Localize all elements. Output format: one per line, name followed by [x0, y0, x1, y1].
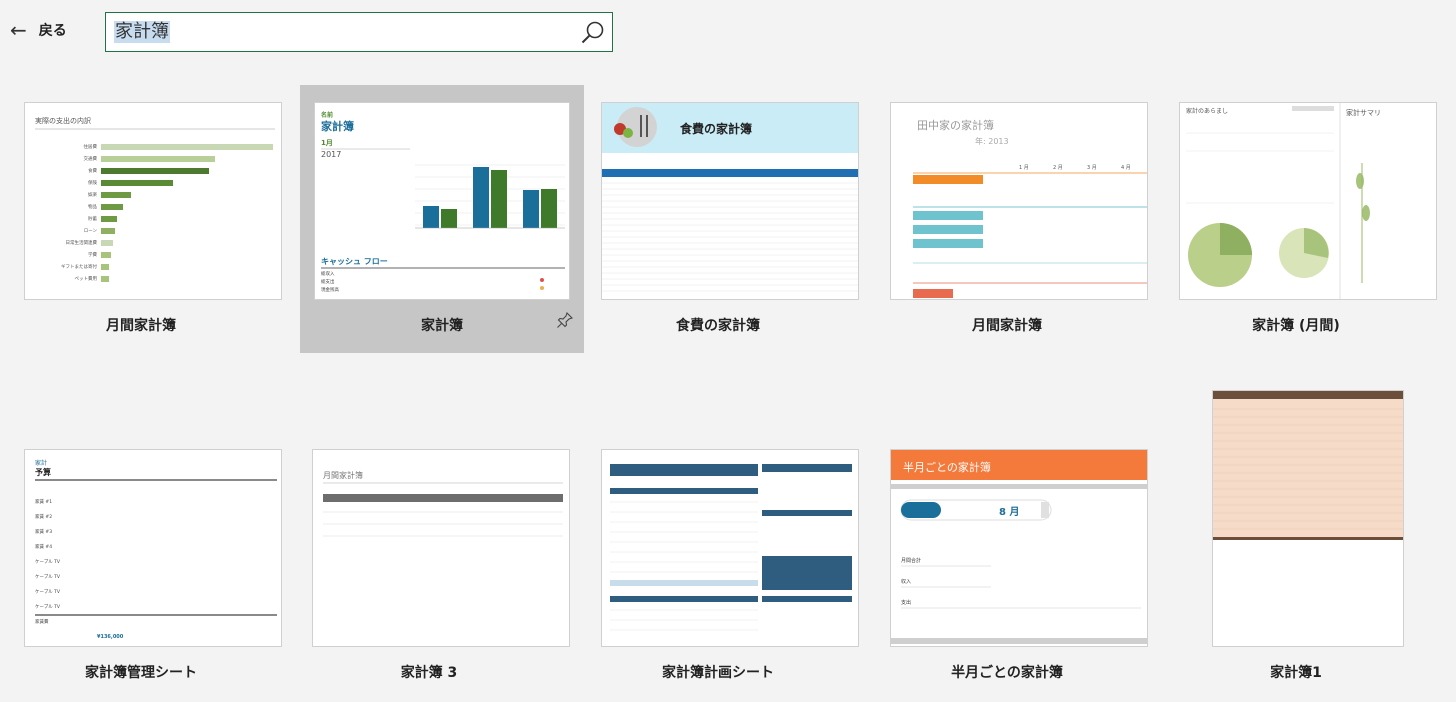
svg-text:4 月: 4 月	[1121, 165, 1131, 171]
svg-text:現金残高: 現金残高	[321, 286, 339, 293]
svg-text:収入: 収入	[901, 578, 911, 585]
svg-text:住居費: 住居費	[84, 143, 98, 150]
template-label: 家計簿計画シート	[662, 665, 774, 681]
template-thumbnail: 家計のあらまし 家計サマリ	[1179, 102, 1437, 300]
svg-text:交通費: 交通費	[84, 155, 98, 162]
svg-text:学費: 学費	[88, 251, 97, 258]
svg-text:ギフトまたは寄付: ギフトまたは寄付	[61, 263, 97, 270]
template-card[interactable]: 家計簿1	[1155, 390, 1437, 682]
svg-text:名前: 名前	[321, 111, 333, 119]
svg-text:食費の家計簿: 食費の家計簿	[679, 121, 752, 136]
template-label: 家計簿	[421, 318, 463, 334]
template-thumbnail: 実際の支出の内訳 住居費 交通費 食費 保険 娯楽 物品 貯蓄 ローン 日常生活…	[24, 102, 282, 300]
svg-text:3 月: 3 月	[1087, 165, 1097, 171]
svg-text:家賃 #4: 家賃 #4	[35, 543, 52, 550]
svg-text:月間合計: 月間合計	[901, 557, 921, 564]
svg-text:1月: 1月	[321, 139, 333, 147]
svg-text:貯蓄: 貯蓄	[88, 215, 97, 222]
template-thumbnail: 食費の家計簿	[601, 102, 859, 300]
svg-text:総収入: 総収入	[321, 270, 335, 277]
template-card-selected[interactable]: 名前 家計簿 1月 2017 キャッシュ フロー 総収入 総支出 現金残高 家計…	[300, 85, 584, 353]
svg-text:キャッシュ フロー: キャッシュ フロー	[321, 257, 388, 266]
template-label: 家計簿1	[1270, 665, 1322, 681]
svg-text:2017: 2017	[321, 150, 341, 159]
template-label: 家計簿管理シート	[85, 665, 197, 681]
svg-text:家賃費: 家賃費	[35, 618, 49, 625]
template-label: 家計簿 3	[400, 665, 458, 681]
svg-text:ローン: ローン	[84, 228, 98, 234]
svg-text:¥136,000: ¥136,000	[97, 634, 124, 640]
template-label: 月間家計簿	[106, 318, 176, 334]
svg-text:日常生活関連費: 日常生活関連費	[66, 239, 98, 246]
svg-text:家計: 家計	[35, 459, 47, 467]
template-card[interactable]: 田中家の家計簿 年: 2013 1 月 2 月 3 月 4 月 月間家計簿	[866, 85, 1148, 335]
svg-text:保険: 保険	[88, 179, 97, 186]
svg-text:月間家計簿: 月間家計簿	[323, 470, 363, 480]
svg-text:予算: 予算	[35, 467, 51, 477]
template-label: 家計簿 (月間)	[1252, 318, 1340, 334]
template-card[interactable]: 家計簿計画シート	[577, 432, 859, 682]
svg-text:2 月: 2 月	[1053, 165, 1063, 171]
thumb-title: 実際の支出の内訳	[35, 116, 91, 125]
svg-text:8 月: 8 月	[999, 506, 1019, 518]
svg-text:家賃 #2: 家賃 #2	[35, 513, 52, 520]
template-card[interactable]: 食費の家計簿 食費の家計簿	[577, 85, 859, 335]
svg-text:1 月: 1 月	[1019, 165, 1029, 171]
template-label: 半月ごとの家計簿	[951, 665, 1063, 681]
svg-text:年: 2013: 年: 2013	[975, 136, 1009, 146]
template-thumbnail: 月間家計簿	[312, 449, 570, 647]
back-arrow-icon: ←	[10, 18, 27, 42]
svg-text:ケーブル TV: ケーブル TV	[35, 588, 61, 595]
svg-text:家計のあらまし: 家計のあらまし	[1186, 107, 1228, 115]
svg-text:ケーブル TV: ケーブル TV	[35, 573, 61, 580]
template-thumbnail: 田中家の家計簿 年: 2013 1 月 2 月 3 月 4 月	[890, 102, 1148, 300]
template-thumbnail: 家計 予算 家賃 #1 家賃 #2 家賃 #3 家賃 #4 ケーブル TV ケー…	[24, 449, 282, 647]
search-box[interactable]: 家計簿	[105, 12, 613, 52]
template-thumbnail: 半月ごとの家計簿 8 月 月間合計 収入 支出	[890, 449, 1148, 647]
svg-text:家計簿: 家計簿	[321, 119, 354, 133]
svg-text:ペット費用: ペット費用	[75, 275, 98, 282]
top-bar: ← 戻る 家計簿	[0, 0, 1456, 70]
svg-text:総支出: 総支出	[321, 278, 335, 285]
svg-text:半月ごとの家計簿: 半月ごとの家計簿	[903, 460, 991, 474]
template-thumbnail	[601, 449, 859, 647]
template-label: 月間家計簿	[972, 318, 1042, 334]
svg-text:支出: 支出	[901, 599, 911, 606]
svg-text:家賃 #3: 家賃 #3	[35, 528, 52, 535]
template-card[interactable]: 家計 予算 家賃 #1 家賃 #2 家賃 #3 家賃 #4 ケーブル TV ケー…	[0, 432, 282, 682]
template-card[interactable]: 半月ごとの家計簿 8 月 月間合計 収入 支出 半月ごとの家計簿	[866, 432, 1148, 682]
template-card[interactable]: 実際の支出の内訳 住居費 交通費 食費 保険 娯楽 物品 貯蓄 ローン 日常生活…	[0, 85, 282, 335]
svg-text:家賃 #1: 家賃 #1	[35, 498, 52, 505]
template-thumbnail	[1212, 390, 1404, 647]
template-card[interactable]: 家計のあらまし 家計サマリ 家計簿 (月間)	[1155, 85, 1437, 335]
pin-icon[interactable]	[556, 311, 574, 329]
svg-text:ケーブル TV: ケーブル TV	[35, 558, 61, 565]
svg-text:田中家の家計簿: 田中家の家計簿	[917, 118, 994, 132]
template-card[interactable]: 月間家計簿 家計簿 3	[288, 432, 570, 682]
svg-text:家計サマリ: 家計サマリ	[1346, 108, 1381, 117]
template-thumbnail: 名前 家計簿 1月 2017 キャッシュ フロー 総収入 総支出 現金残高	[314, 102, 570, 300]
svg-text:娯楽: 娯楽	[88, 191, 97, 198]
svg-text:食費: 食費	[88, 167, 97, 174]
svg-text:ケーブル TV: ケーブル TV	[35, 603, 61, 610]
svg-text:物品: 物品	[88, 203, 97, 210]
search-input[interactable]: 家計簿	[114, 21, 170, 43]
search-icon[interactable]	[580, 20, 606, 46]
template-label: 食費の家計簿	[676, 318, 760, 334]
back-button[interactable]: ← 戻る	[10, 20, 67, 40]
back-label: 戻る	[38, 23, 67, 39]
